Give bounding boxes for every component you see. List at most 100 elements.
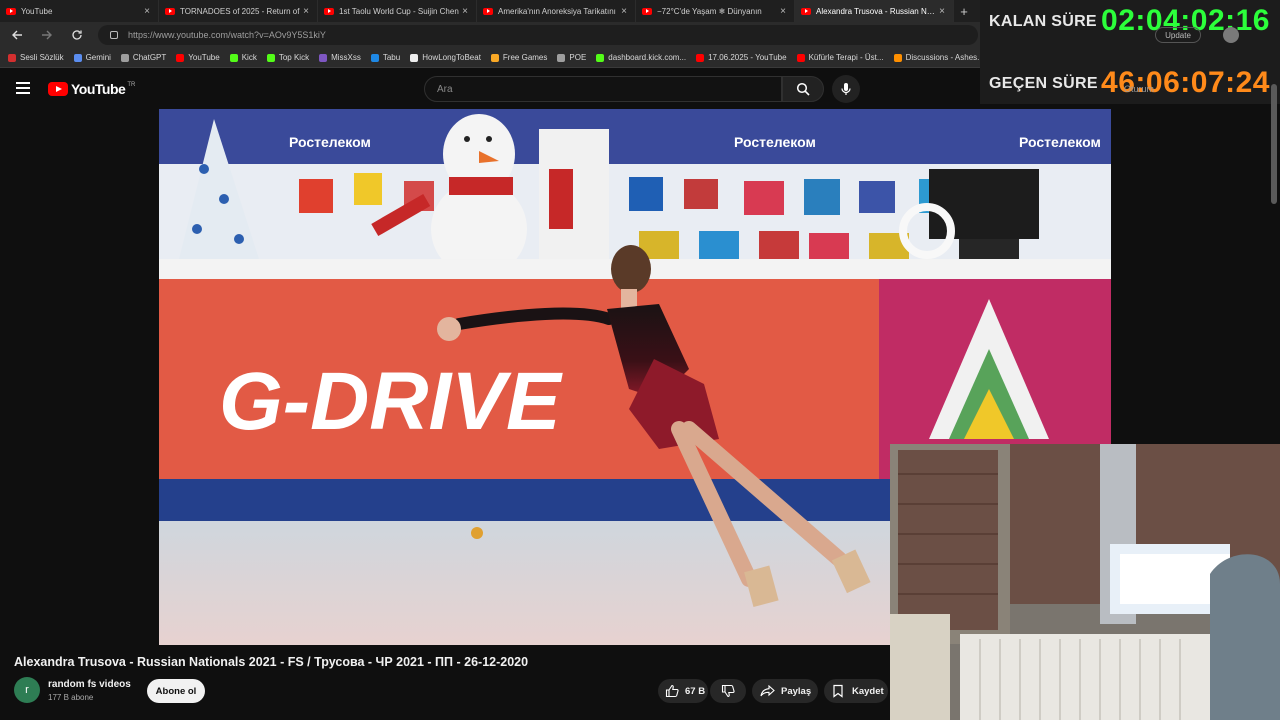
close-icon[interactable]: × bbox=[460, 6, 470, 17]
tab-title: 1st Taolu World Cup - Suijin Chen bbox=[339, 6, 459, 16]
bookmark-favicon-icon bbox=[893, 53, 902, 62]
tab-title: YouTube bbox=[21, 6, 53, 16]
subscribe-button[interactable]: Abone ol bbox=[147, 679, 205, 703]
bookmark-favicon-icon bbox=[696, 53, 705, 62]
bookmark-item[interactable]: Sesli Sözlük bbox=[8, 53, 64, 62]
search-icon bbox=[796, 82, 810, 96]
bookmark-item[interactable]: Discussions - Ashes... bbox=[893, 53, 984, 62]
remaining-time-label: KALAN SÜRE bbox=[989, 13, 1097, 30]
bookmark-label: 17.06.2025 - YouTube bbox=[708, 53, 787, 62]
youtube-logo[interactable]: YouTube TR bbox=[48, 81, 135, 97]
bookmark-favicon-icon bbox=[73, 53, 82, 62]
channel-avatar[interactable]: r bbox=[14, 677, 40, 703]
bookmark-item[interactable]: Küfürle Terapi - Üst... bbox=[796, 53, 884, 62]
update-button[interactable]: Update bbox=[1155, 27, 1201, 43]
page-scrollbar[interactable] bbox=[1271, 84, 1277, 204]
youtube-logo-text: YouTube bbox=[71, 81, 126, 97]
youtube-play-icon bbox=[48, 82, 68, 96]
youtube-favicon-icon bbox=[642, 7, 652, 15]
bookmark-item[interactable]: Kick bbox=[229, 53, 257, 62]
search-input[interactable]: Ara bbox=[424, 76, 782, 102]
youtube-favicon-icon bbox=[324, 7, 334, 15]
partial-session-text: Oturum bbox=[1124, 84, 1155, 94]
bookmark-label: Sesli Sözlük bbox=[20, 53, 64, 62]
bookmark-label: dashboard.kick.com... bbox=[608, 53, 687, 62]
bookmark-item[interactable]: POE bbox=[557, 53, 586, 62]
bookmark-label: Gemini bbox=[85, 53, 111, 62]
profile-avatar[interactable] bbox=[1223, 27, 1239, 43]
share-button[interactable]: Paylaş bbox=[752, 679, 818, 703]
dislike-button[interactable] bbox=[710, 679, 746, 703]
like-count: 67 B bbox=[685, 685, 706, 697]
menu-icon[interactable] bbox=[16, 82, 30, 94]
bookmark-label: Discussions - Ashes... bbox=[905, 53, 984, 62]
bookmark-favicon-icon bbox=[176, 53, 185, 62]
browser-tab[interactable]: Amerika'nın Anoreksiya Tarikatını × bbox=[477, 0, 636, 22]
bookmark-item[interactable]: YouTube bbox=[176, 53, 220, 62]
elapsed-time-label: GEÇEN SÜRE bbox=[989, 75, 1098, 92]
bookmark-item[interactable]: HowLongToBeat bbox=[410, 53, 481, 62]
youtube-favicon-icon bbox=[165, 7, 175, 15]
tab-title: Alexandra Trusova - Russian Natio bbox=[816, 6, 937, 16]
bookmark-favicon-icon bbox=[796, 53, 805, 62]
bookmark-item[interactable]: Tabu bbox=[370, 53, 400, 62]
share-icon bbox=[760, 685, 775, 697]
close-icon[interactable]: × bbox=[301, 6, 311, 17]
bookmark-favicon-icon bbox=[370, 53, 379, 62]
address-bar[interactable]: https://www.youtube.com/watch?v=AOv9Y5S1… bbox=[98, 25, 978, 45]
back-icon[interactable] bbox=[8, 26, 26, 44]
subscriber-count: 177 B abone bbox=[48, 693, 94, 702]
share-label: Paylaş bbox=[781, 685, 812, 697]
forward-icon[interactable] bbox=[38, 26, 56, 44]
bookmark-item[interactable]: 17.06.2025 - YouTube bbox=[696, 53, 787, 62]
close-icon[interactable]: × bbox=[937, 6, 947, 17]
reload-icon[interactable] bbox=[68, 26, 86, 44]
bookmark-item[interactable]: Free Games bbox=[490, 53, 547, 62]
bookmark-item[interactable]: Gemini bbox=[73, 53, 111, 62]
search-placeholder: Ara bbox=[437, 83, 453, 95]
browser-tab[interactable]: TORNADOES of 2025 - Return of × bbox=[159, 0, 318, 22]
stream-timer-overlay: KALAN SÜRE 02:04:02:16 GEÇEN SÜRE 46:06:… bbox=[980, 0, 1280, 104]
browser-tab[interactable]: −72°C'de Yaşam ❄ Dünyanın × bbox=[636, 0, 795, 22]
bookmark-item[interactable]: ChatGPT bbox=[120, 53, 166, 62]
bookmark-favicon-icon bbox=[266, 53, 275, 62]
microphone-icon bbox=[841, 83, 851, 95]
like-button[interactable]: 67 B bbox=[658, 679, 708, 703]
bookmark-favicon-icon bbox=[596, 53, 605, 62]
bookmark-label: YouTube bbox=[188, 53, 220, 62]
bookmark-favicon-icon bbox=[557, 53, 566, 62]
search-button[interactable] bbox=[782, 76, 824, 102]
country-code: TR bbox=[127, 82, 136, 88]
browser-tab[interactable]: YouTube × bbox=[0, 0, 159, 22]
youtube-favicon-icon bbox=[483, 7, 493, 15]
tab-title: Amerika'nın Anoreksiya Tarikatını bbox=[498, 6, 616, 16]
channel-name[interactable]: random fs videos bbox=[48, 679, 131, 690]
tab-title: TORNADOES of 2025 - Return of bbox=[180, 6, 300, 16]
webcam-frame bbox=[890, 444, 1280, 720]
bookmark-item[interactable]: MissXss bbox=[319, 53, 361, 62]
bookmark-label: POE bbox=[569, 53, 587, 62]
bookmark-label: Küfürle Terapi - Üst... bbox=[808, 53, 884, 62]
board-brand-text: G-DRIVE bbox=[219, 356, 563, 447]
new-tab-button[interactable]: + bbox=[954, 0, 974, 22]
sponsor-text: Ростелеком bbox=[1019, 134, 1101, 150]
tab-title: −72°C'de Yaşam ❄ Dünyanın bbox=[657, 6, 762, 16]
save-label: Kaydet bbox=[852, 685, 884, 697]
sponsor-text: Ростелеком bbox=[734, 134, 816, 150]
close-icon[interactable]: × bbox=[778, 6, 788, 17]
thumbs-up-icon bbox=[665, 684, 679, 698]
close-icon[interactable]: × bbox=[619, 6, 629, 17]
thumbs-down-icon bbox=[721, 684, 735, 698]
save-button[interactable]: Kaydet bbox=[824, 679, 888, 703]
browser-tab[interactable]: 1st Taolu World Cup - Suijin Chen × bbox=[318, 0, 477, 22]
site-info-icon[interactable] bbox=[110, 31, 118, 39]
webcam-overlay bbox=[890, 444, 1280, 720]
browser-tab[interactable]: Alexandra Trusova - Russian Natio × bbox=[795, 0, 954, 22]
youtube-favicon-icon bbox=[6, 7, 16, 15]
bookmark-item[interactable]: dashboard.kick.com... bbox=[596, 53, 686, 62]
voice-search-button[interactable] bbox=[832, 75, 860, 103]
bookmark-item[interactable]: Top Kick bbox=[266, 53, 309, 62]
bookmark-label: Kick bbox=[241, 53, 257, 62]
close-icon[interactable]: × bbox=[142, 6, 152, 17]
bookmark-favicon-icon bbox=[490, 53, 499, 62]
